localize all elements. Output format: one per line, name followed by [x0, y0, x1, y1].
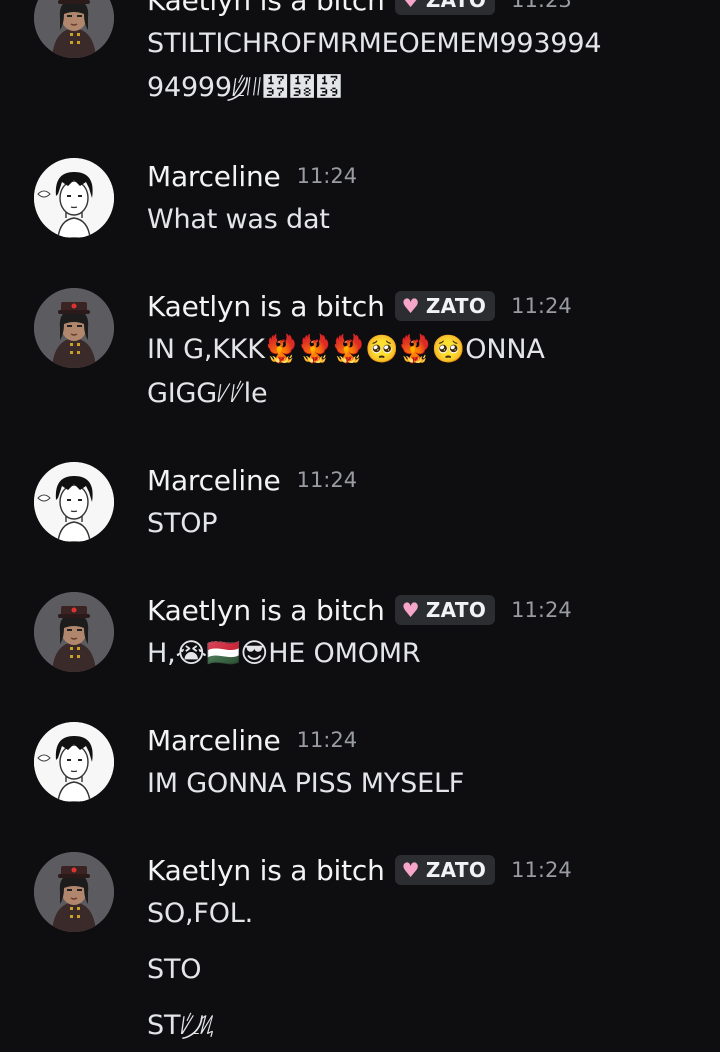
username[interactable]: Kaetlyn is a bitch [147, 0, 385, 17]
avatar-marceline[interactable] [34, 158, 114, 238]
message-text: STᜱᜲ ᜳ᜴ᜰ [147, 1010, 214, 1041]
message-header: Kaetlyn is a bitch ♥ ZATO 11:24 [147, 848, 700, 892]
avatar-image [34, 0, 114, 58]
message-text: H,😭🇭🇺😎HE OMOMR [147, 638, 421, 669]
username[interactable]: Marceline [147, 464, 281, 497]
avatar-kaetlyn[interactable] [34, 852, 114, 932]
server-tag[interactable]: ♥ ZATO [394, 595, 496, 625]
heart-icon: ♥ [401, 598, 420, 622]
avatar-image [34, 722, 114, 802]
server-tag[interactable]: ♥ ZATO [394, 855, 496, 885]
avatar-marceline[interactable] [34, 722, 114, 802]
heart-icon: ♥ [401, 0, 420, 12]
avatar-kaetlyn[interactable] [34, 592, 114, 672]
avatar-image [34, 462, 114, 542]
timestamp: 11:24 [296, 728, 358, 752]
username[interactable]: Marceline [147, 160, 281, 193]
avatar-kaetlyn[interactable] [34, 288, 114, 368]
message-header: Marceline 11:24 [147, 458, 700, 502]
timestamp: 11:24 [511, 858, 572, 882]
chat-message-list[interactable]: Kaetlyn is a bitch ♥ ZATO 11:23 STILTICHR… [0, 0, 720, 1052]
message-text: What was dat [147, 204, 330, 235]
message-text: 94999ᜱᜲᜳ᜴᜵᜶᜷᜸᜹ [147, 72, 343, 103]
tag-label: ZATO [425, 0, 487, 12]
heart-icon: ♥ [401, 858, 420, 882]
message-text: IM GONNA PISS MYSELF [147, 768, 465, 799]
avatar-image [34, 592, 114, 672]
tag-label: ZATO [425, 294, 487, 318]
avatar-image [34, 852, 114, 932]
message-header: Kaetlyn is a bitch ♥ ZATO 11:24 [147, 588, 700, 632]
heart-icon: ♥ [401, 294, 420, 318]
message-header: Marceline 11:24 [147, 154, 700, 198]
message-text: STO [147, 954, 202, 985]
message-text: IN G,KKK🐦‍🔥🐦‍🔥🐦‍🔥🥺🐦‍🔥🥺ONNA [147, 334, 545, 365]
timestamp: 11:24 [296, 164, 358, 188]
message-text: SO,FOL. [147, 898, 253, 929]
timestamp: 11:24 [511, 294, 572, 318]
server-tag[interactable]: ♥ ZATO [394, 0, 496, 15]
tag-label: ZATO [425, 858, 487, 882]
tag-label: ZATO [425, 598, 487, 622]
message-text: GIGGᜱᜱᜲle [147, 378, 268, 409]
message-header: Marceline 11:24 [147, 718, 700, 762]
message-text: STILTICHROFMRMEOEMEM993994 [147, 28, 602, 59]
message-header: Kaetlyn is a bitch ♥ ZATO 11:23 [147, 0, 700, 22]
timestamp: 11:23 [511, 0, 572, 12]
timestamp: 11:24 [511, 598, 572, 622]
timestamp: 11:24 [296, 468, 358, 492]
username[interactable]: Kaetlyn is a bitch [147, 594, 385, 627]
server-tag[interactable]: ♥ ZATO [394, 291, 496, 321]
username[interactable]: Marceline [147, 724, 281, 757]
avatar-image [34, 158, 114, 238]
message-header: Kaetlyn is a bitch ♥ ZATO 11:24 [147, 284, 700, 328]
username[interactable]: Kaetlyn is a bitch [147, 854, 385, 887]
username[interactable]: Kaetlyn is a bitch [147, 290, 385, 323]
avatar-image [34, 288, 114, 368]
avatar-kaetlyn[interactable] [34, 0, 114, 58]
avatar-marceline[interactable] [34, 462, 114, 542]
message-text: STOP [147, 508, 218, 539]
